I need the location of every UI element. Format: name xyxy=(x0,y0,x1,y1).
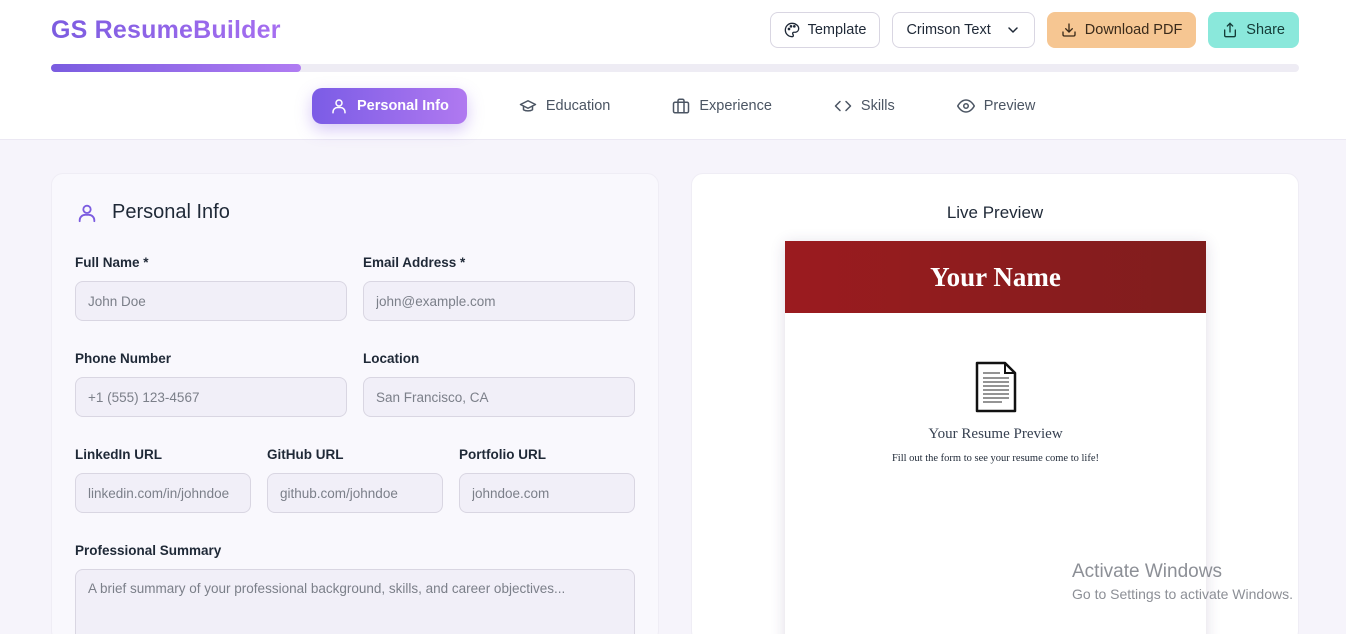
watermark-title: Activate Windows xyxy=(1072,561,1222,582)
live-preview-title: Live Preview xyxy=(946,203,1044,222)
portfolio-input[interactable] xyxy=(459,473,635,513)
download-pdf-label: Download PDF xyxy=(1084,22,1183,38)
share-icon xyxy=(1224,22,1237,38)
eye-icon xyxy=(956,99,975,113)
graduation-cap-icon xyxy=(519,100,537,112)
email-label: Email Address * xyxy=(363,255,466,270)
form-title: Personal Info xyxy=(76,201,230,224)
share-button[interactable]: Share xyxy=(1208,12,1299,48)
activate-windows-watermark: Activate Windows Go to Settings to activ… xyxy=(1072,561,1293,602)
tab-experience[interactable]: Experience xyxy=(654,88,790,124)
full-name-field: Full Name * xyxy=(75,255,347,321)
tab-label: Skills xyxy=(860,98,895,114)
resume-empty-title: Your Resume Preview xyxy=(928,426,1063,442)
tab-skills[interactable]: Skills xyxy=(816,88,913,124)
summary-textarea[interactable] xyxy=(75,569,635,634)
user-icon xyxy=(332,99,346,114)
section-tabs: Personal Info Education Experience Skill… xyxy=(312,88,1067,124)
github-input[interactable] xyxy=(267,473,443,513)
email-input[interactable] xyxy=(363,281,635,321)
location-field: Location xyxy=(363,351,635,417)
email-field: Email Address * xyxy=(363,255,635,321)
font-select-label: Crimson Text xyxy=(906,22,991,38)
template-label: Template xyxy=(807,22,867,38)
app-header: GS ResumeBuilder Template Crimson Text D… xyxy=(0,0,1346,140)
chevron-down-icon xyxy=(1008,27,1018,33)
linkedin-field: LinkedIn URL xyxy=(75,447,251,513)
progress-fill xyxy=(51,64,301,72)
resume-empty-subtitle: Fill out the form to see your resume com… xyxy=(891,453,1100,464)
form-title-text: Personal Info xyxy=(112,201,230,223)
toolbar: Template Crimson Text Download PDF Share xyxy=(769,12,1299,48)
tab-label: Education xyxy=(545,98,611,114)
tab-personal-info[interactable]: Personal Info xyxy=(312,88,467,124)
progress-bar xyxy=(51,64,1299,72)
user-icon xyxy=(78,204,96,222)
linkedin-label: LinkedIn URL xyxy=(75,447,162,462)
location-input[interactable] xyxy=(363,377,635,417)
location-label: Location xyxy=(363,351,420,366)
summary-field: Professional Summary xyxy=(75,543,635,634)
resume-empty-state: Your Resume Preview Fill out the form to… xyxy=(785,313,1206,464)
tab-preview[interactable]: Preview xyxy=(939,88,1054,124)
summary-label: Professional Summary xyxy=(75,543,222,558)
template-button[interactable]: Template xyxy=(769,12,881,48)
code-icon xyxy=(834,100,852,112)
briefcase-icon xyxy=(673,98,690,114)
document-icon xyxy=(975,361,1016,413)
phone-input[interactable] xyxy=(75,377,347,417)
resume-header: Your Name xyxy=(785,241,1206,313)
portfolio-field: Portfolio URL xyxy=(459,447,635,513)
download-icon xyxy=(1062,23,1076,37)
full-name-label: Full Name * xyxy=(75,255,149,270)
phone-field: Phone Number xyxy=(75,351,347,417)
palette-icon xyxy=(784,22,799,38)
watermark-subtitle: Go to Settings to activate Windows. xyxy=(1072,586,1293,602)
download-pdf-button[interactable]: Download PDF xyxy=(1046,12,1197,48)
tab-label: Experience xyxy=(699,98,772,114)
tab-label: Preview xyxy=(983,98,1036,114)
share-label: Share xyxy=(1246,22,1285,38)
personal-info-form: Personal Info Full Name * Email Address … xyxy=(51,173,659,634)
phone-label: Phone Number xyxy=(75,351,172,366)
github-label: GitHub URL xyxy=(267,447,344,462)
github-field: GitHub URL xyxy=(267,447,443,513)
font-select[interactable]: Crimson Text xyxy=(892,12,1035,48)
tab-label: Personal Info xyxy=(357,98,449,114)
full-name-input[interactable] xyxy=(75,281,347,321)
brand-logo[interactable]: GS ResumeBuilder xyxy=(51,16,281,45)
tab-education[interactable]: Education xyxy=(501,88,629,124)
portfolio-label: Portfolio URL xyxy=(459,447,546,462)
resume-name: Your Name xyxy=(930,261,1061,292)
linkedin-input[interactable] xyxy=(75,473,251,513)
